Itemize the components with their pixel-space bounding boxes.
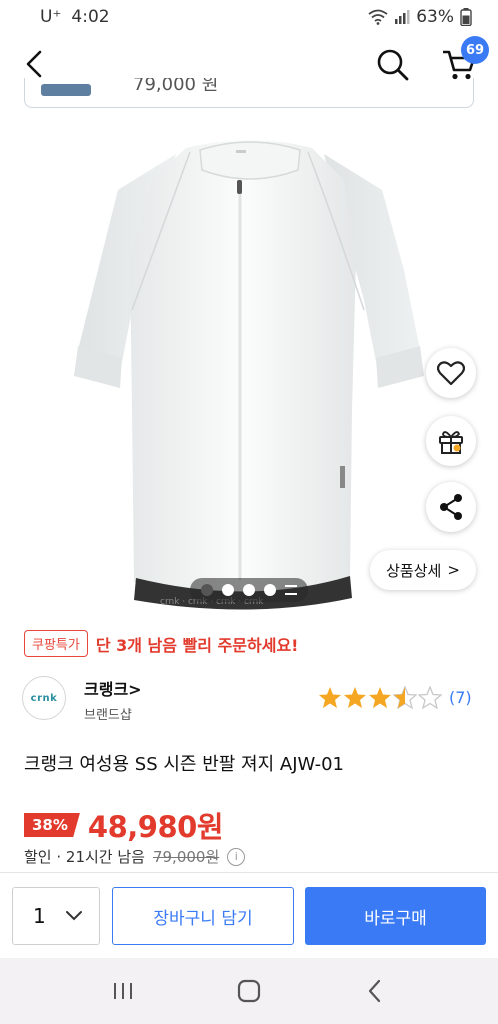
review-count[interactable]: (7) [449, 688, 472, 707]
home-icon [237, 979, 261, 1003]
cart-count-badge: 69 [461, 36, 489, 64]
battery-icon [460, 8, 472, 26]
wifi-icon [368, 9, 388, 25]
chevron-down-icon [66, 911, 82, 921]
brand-logo[interactable]: crnk [22, 676, 66, 720]
original-price: 79,000원 [152, 848, 220, 866]
sale-price: 48,980원 [87, 810, 224, 844]
share-icon [440, 494, 462, 520]
quantity-value: 1 [33, 904, 46, 928]
urgency-notice: 쿠팡특가 단 3개 남음 빨리 주문하세요! [24, 630, 298, 657]
brand-row: crnk 크랭크> 브랜드샵 (7) [22, 672, 476, 732]
chevron-left-icon [368, 979, 381, 1003]
related-item-price: 79,000 원 [133, 78, 219, 95]
star-icon [369, 687, 391, 708]
related-item-card[interactable]: 79,000 원 [24, 78, 474, 108]
carousel-dot[interactable] [201, 584, 213, 596]
stock-warning: 단 3개 남음 빨리 주문하세요! [95, 635, 299, 655]
product-title: 크랭크 여성용 SS 시즌 반팔 져지 AJW-01 [24, 754, 344, 775]
rating-summary[interactable]: (7) [318, 686, 472, 709]
half-star-icon [393, 686, 417, 709]
gift-icon [439, 431, 463, 454]
status-bar: U⁺ 4:02 63% [0, 0, 498, 34]
brand-shop-label: 브랜드샵 [84, 708, 132, 723]
carrier-label: U⁺ [40, 7, 62, 27]
star-icon [344, 687, 366, 708]
related-item-thumbnail [41, 84, 91, 96]
heart-icon [437, 361, 465, 386]
product-image[interactable]: crnk · crnk · crnk · crnk [0, 110, 498, 620]
discount-badge: 38% [24, 813, 80, 837]
chevron-left-icon [26, 50, 42, 78]
carousel-dot[interactable] [222, 584, 234, 596]
home-button[interactable] [229, 971, 269, 1011]
product-detail-button[interactable]: 상품상세 > [370, 550, 476, 590]
battery-percent: 63% [416, 7, 454, 27]
star-icon [319, 687, 341, 708]
promo-badge: 쿠팡특가 [24, 630, 88, 657]
clock: 4:02 [71, 7, 110, 27]
brand-link[interactable]: 크랭크> [84, 676, 142, 700]
chevron-right-icon: > [447, 561, 460, 579]
search-icon [377, 49, 409, 81]
wishlist-button[interactable] [426, 348, 476, 398]
discount-timer: 할인 · 21시간 남음 [24, 848, 145, 866]
recent-apps-icon [114, 983, 132, 999]
share-button[interactable] [426, 482, 476, 532]
empty-star-icon [418, 686, 442, 709]
gift-button[interactable] [426, 416, 476, 466]
price-meta: 할인 · 21시간 남음 79,000원 i [24, 846, 246, 867]
purchase-bar: 1 장바구니 담기 바로구매 [0, 872, 498, 958]
add-to-cart-button[interactable]: 장바구니 담기 [112, 887, 294, 945]
price-row: 38% 48,980원 [24, 804, 224, 846]
quantity-select[interactable]: 1 [12, 887, 100, 945]
product-detail-label: 상품상세 [386, 561, 442, 580]
image-carousel-indicator[interactable] [190, 578, 308, 602]
signal-icon [395, 10, 410, 24]
info-icon[interactable]: i [227, 847, 246, 866]
carousel-more-icon[interactable] [285, 585, 297, 595]
carousel-dot[interactable] [264, 584, 276, 596]
system-back-button[interactable] [355, 971, 395, 1011]
buy-now-button[interactable]: 바로구매 [305, 887, 486, 945]
system-nav-bar [0, 958, 498, 1024]
carousel-dot[interactable] [243, 584, 255, 596]
recent-apps-button[interactable] [103, 971, 143, 1011]
